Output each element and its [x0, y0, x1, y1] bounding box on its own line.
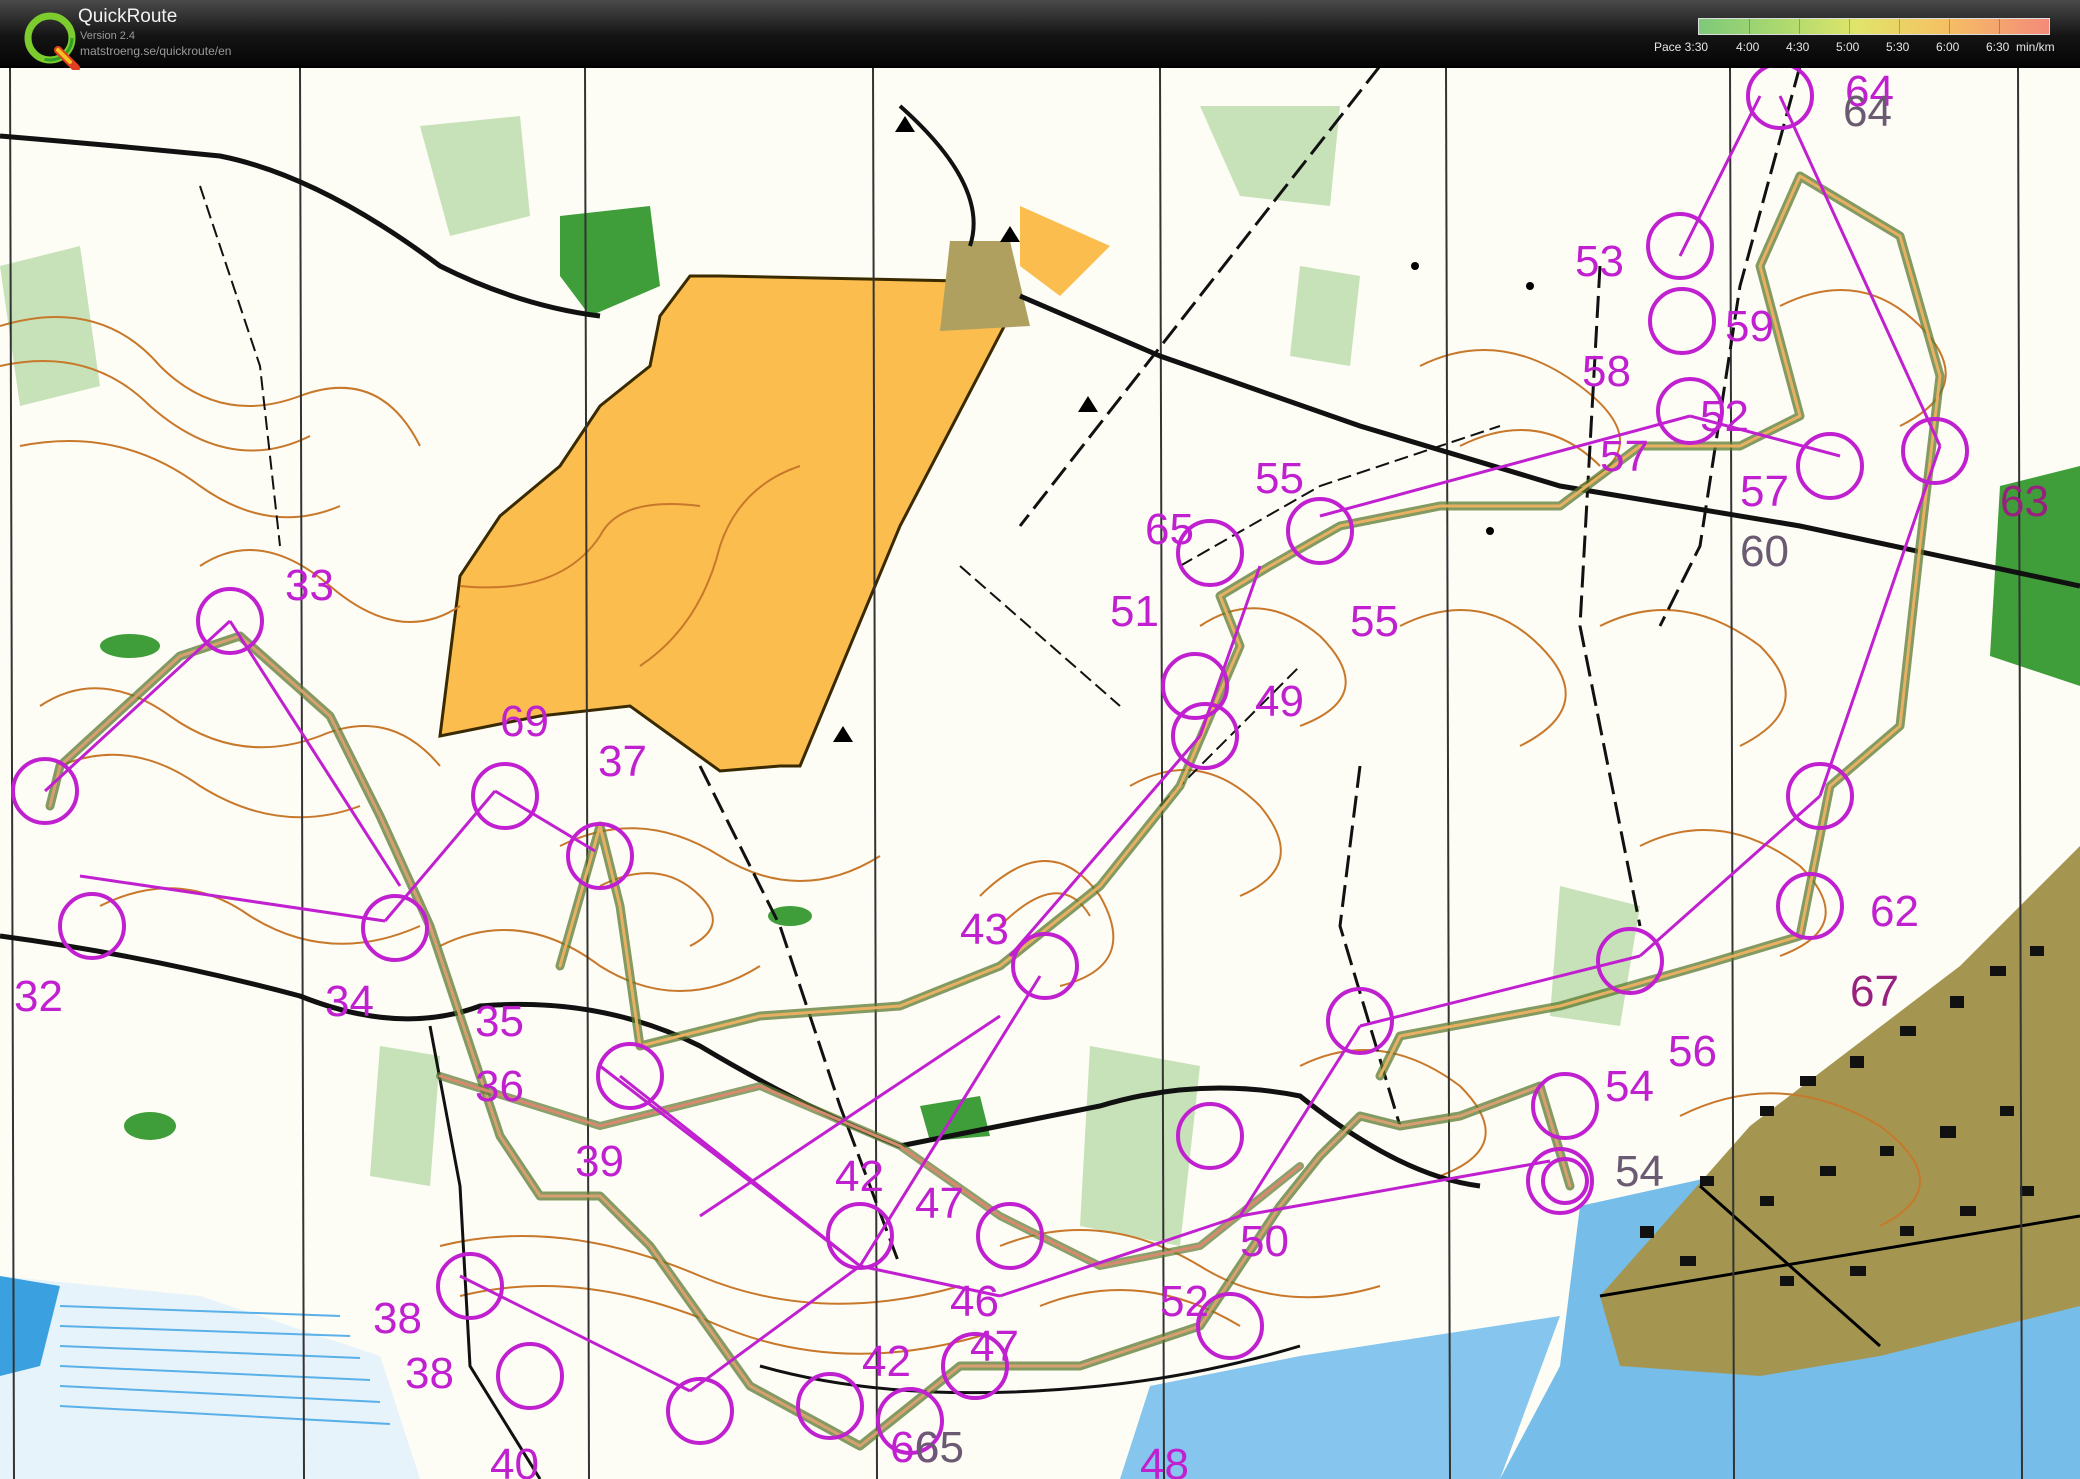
- control-label: 64: [1843, 87, 1892, 136]
- control-label: 32: [14, 972, 63, 1021]
- pace-label-6-00: 6:00: [1936, 40, 1960, 54]
- control-label: 46: [950, 1277, 999, 1326]
- app-header: QuickRoute Version 2.4 matstroeng.se/qui…: [0, 0, 2080, 70]
- pace-label-4-00: 4:00: [1736, 40, 1760, 54]
- orienteering-map[interactable]: 33 32 34 69 37 35 36 39 38 38 40 43 42 4…: [0, 66, 2080, 1479]
- pace-unit-label: min/km: [2016, 40, 2055, 54]
- control-label: 55: [1350, 597, 1399, 646]
- control-label: 53: [1575, 237, 1624, 286]
- pace-legend: Pace 3:30 4:00 4:30 5:00 5:30 6:00 6:30 …: [1650, 16, 2080, 62]
- control-label: 51: [1110, 587, 1159, 636]
- control-label: 60: [1740, 527, 1789, 576]
- control-label: 63: [2000, 477, 2049, 526]
- control-label: 36: [475, 1062, 524, 1111]
- app-url[interactable]: matstroeng.se/quickroute/en: [80, 44, 231, 58]
- control-label: 62: [1870, 887, 1919, 936]
- control-label: 38: [405, 1349, 454, 1398]
- control-label: 43: [960, 905, 1009, 954]
- control-label: 47: [970, 1322, 1019, 1371]
- control-label: 57: [1600, 432, 1649, 481]
- control-label: 49: [1255, 677, 1304, 726]
- pace-label-4-30: 4:30: [1786, 40, 1810, 54]
- app-title: QuickRoute: [78, 6, 178, 27]
- control-label: 35: [475, 997, 524, 1046]
- control-label: 57: [1740, 467, 1789, 516]
- control-label: 54: [1605, 1062, 1654, 1111]
- control-label: 33: [285, 561, 334, 610]
- pace-label-3-30: Pace 3:30: [1654, 40, 1709, 54]
- control-label: 39: [575, 1137, 624, 1186]
- control-label: 52: [1700, 392, 1749, 441]
- pace-label-5-30: 5:30: [1886, 40, 1910, 54]
- control-label: 65: [1145, 505, 1194, 554]
- control-label: 52: [1160, 1277, 1209, 1326]
- control-label: 50: [1240, 1217, 1289, 1266]
- control-label: 40: [490, 1440, 539, 1479]
- control-label: 58: [1582, 347, 1631, 396]
- control-label: 38: [373, 1294, 422, 1343]
- control-label: 34: [325, 977, 374, 1026]
- pace-label-6-30: 6:30: [1986, 40, 2010, 54]
- control-label: 54: [1615, 1147, 1664, 1196]
- control-label: 47: [915, 1179, 964, 1228]
- control-label: 42: [862, 1337, 911, 1386]
- control-label: 42: [835, 1152, 884, 1201]
- control-label: 67: [1850, 967, 1899, 1016]
- control-label: 69: [500, 697, 549, 746]
- pace-label-5-00: 5:00: [1836, 40, 1860, 54]
- pace-gradient-bar: [1698, 18, 2050, 35]
- quickroute-logo-icon: [24, 12, 80, 70]
- control-label: 55: [1255, 454, 1304, 503]
- control-label: 37: [598, 737, 647, 786]
- control-label: 56: [1668, 1027, 1717, 1076]
- app-version: Version 2.4: [80, 30, 136, 42]
- control-label: 59: [1725, 302, 1774, 351]
- control-label: 65: [915, 1423, 964, 1472]
- control-label: 48: [1140, 1440, 1189, 1479]
